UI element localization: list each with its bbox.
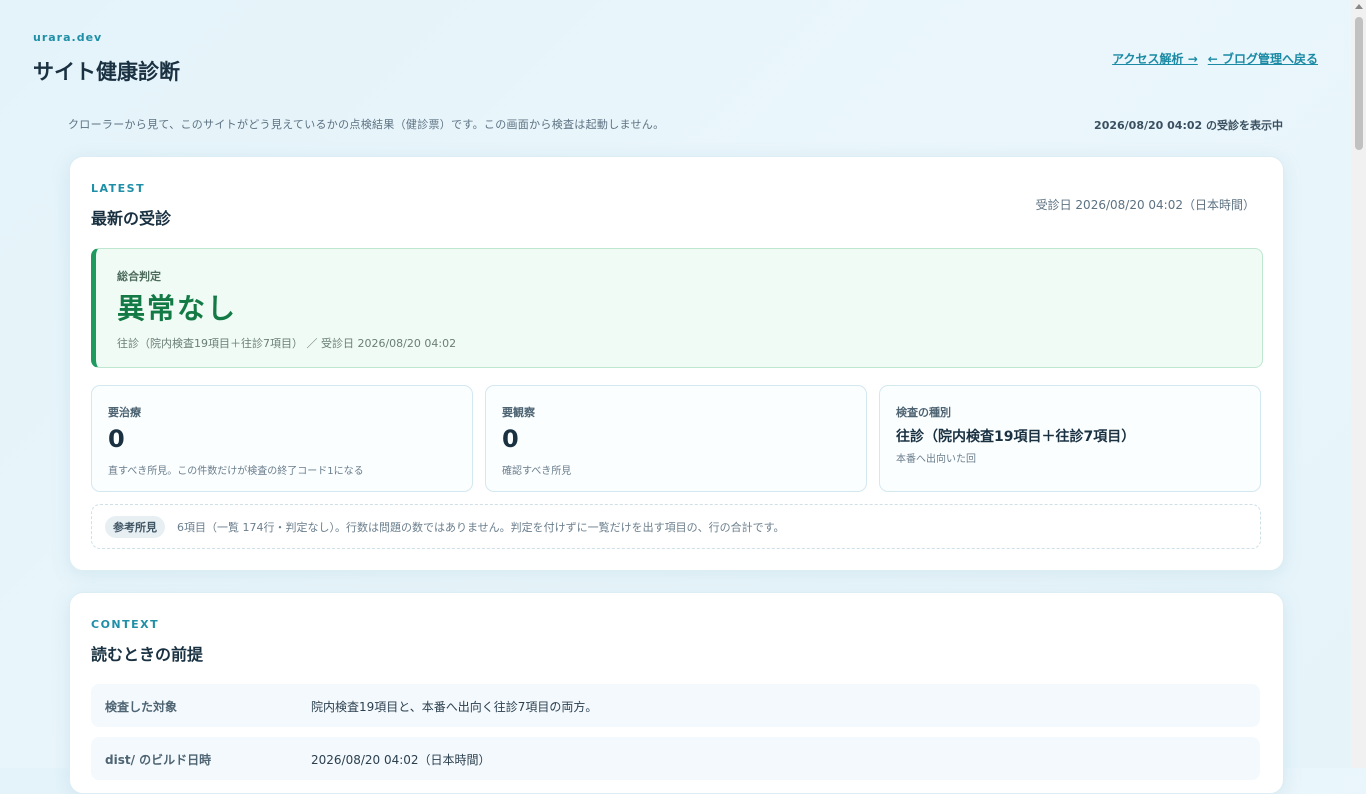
stat-value: 0 — [108, 425, 125, 453]
stat-label: 要治療 — [108, 406, 141, 419]
brand: urara.dev — [33, 31, 103, 44]
context-value: 院内検査19項目と、本番へ出向く往診7項目の両方。 — [311, 700, 598, 714]
scrollbar-thumb[interactable] — [1355, 17, 1363, 150]
stat-note: 直すべき所見。この件数だけが検査の終了コード1になる — [108, 466, 364, 477]
reference-findings: 参考所見 6項目（一覧 174行・判定なし）。行数は問題の数ではありません。判定… — [91, 504, 1261, 549]
exam-date: 受診日 2026/08/20 04:02（日本時間） — [1035, 198, 1255, 212]
stat-exam-type: 検査の種別 往診（院内検査19項目＋往診7項目） 本番へ出向いた回 — [879, 385, 1261, 492]
context-card: CONTEXT 読むときの前提 検査した対象 院内検査19項目と、本番へ出向く往… — [69, 592, 1284, 794]
analytics-link[interactable]: アクセス解析 → — [1112, 50, 1198, 67]
stat-needs-treatment: 要治療 0 直すべき所見。この件数だけが検査の終了コード1になる — [91, 385, 473, 492]
context-row: dist/ のビルド日時 2026/08/20 04:02（日本時間） — [91, 737, 1260, 780]
stat-note: 確認すべき所見 — [502, 466, 572, 477]
page-scrollbar[interactable] — [1351, 0, 1366, 768]
status-text: 2026/08/20 04:02 の受診を表示中 — [1094, 119, 1283, 132]
page-title: サイト健康診断 — [33, 60, 180, 84]
latest-card: LATEST 最新の受診 受診日 2026/08/20 04:02（日本時間） … — [69, 156, 1284, 571]
context-key: dist/ のビルド日時 — [105, 753, 212, 767]
verdict-label: 総合判定 — [117, 270, 161, 283]
stat-label: 要観察 — [502, 406, 535, 419]
stat-needs-observation: 要観察 0 確認すべき所見 — [485, 385, 867, 492]
intro-text: クローラーから見て、このサイトがどう見えているかの点検結果（健診票）です。この画… — [68, 118, 665, 131]
back-to-blog-admin-link[interactable]: ← ブログ管理へ戻る — [1208, 50, 1318, 67]
reference-badge: 参考所見 — [105, 516, 165, 538]
context-eyebrow: CONTEXT — [91, 618, 160, 631]
verdict-meta: 往診（院内検査19項目＋往診7項目） ／ 受診日 2026/08/20 04:0… — [117, 337, 457, 350]
latest-title: 最新の受診 — [91, 209, 172, 228]
context-title: 読むときの前提 — [91, 645, 204, 664]
latest-eyebrow: LATEST — [91, 182, 146, 195]
stat-label: 検査の種別 — [896, 406, 951, 419]
stat-note: 本番へ出向いた回 — [896, 454, 976, 465]
overall-verdict-panel: 総合判定 異常なし 往診（院内検査19項目＋往診7項目） ／ 受診日 2026/… — [91, 248, 1263, 368]
context-row: 検査した対象 院内検査19項目と、本番へ出向く往診7項目の両方。 — [91, 684, 1260, 727]
stat-value: 0 — [502, 425, 519, 453]
scroll-up-arrow-icon[interactable] — [1355, 4, 1363, 9]
context-value: 2026/08/20 04:02（日本時間） — [311, 753, 491, 767]
context-key: 検査した対象 — [105, 700, 178, 714]
verdict-value: 異常なし — [117, 292, 238, 325]
reference-text: 6項目（一覧 174行・判定なし）。行数は問題の数ではありません。判定を付けずに… — [177, 521, 785, 534]
stat-value: 往診（院内検査19項目＋往診7項目） — [896, 429, 1136, 445]
top-links: アクセス解析 → ← ブログ管理へ戻る — [1112, 50, 1318, 67]
